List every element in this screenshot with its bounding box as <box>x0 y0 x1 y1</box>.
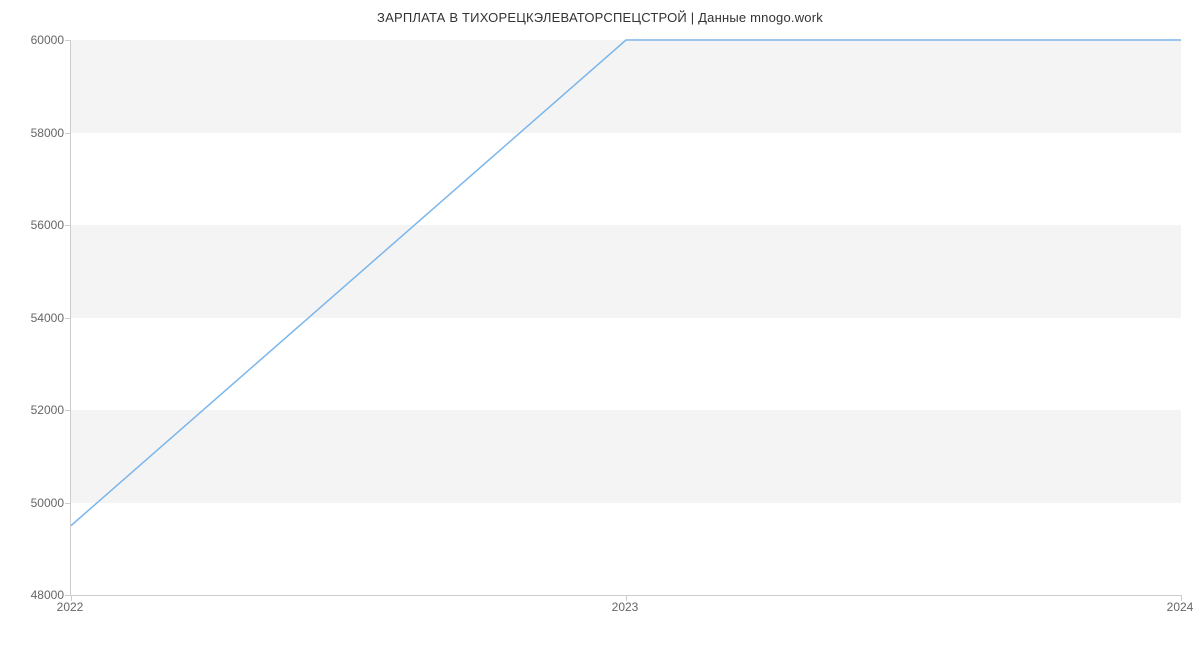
y-axis-label: 50000 <box>0 496 64 510</box>
line-series <box>71 40 1181 595</box>
y-tick <box>65 318 71 319</box>
y-tick <box>65 410 71 411</box>
y-axis-label: 56000 <box>0 218 64 232</box>
y-tick <box>65 503 71 504</box>
y-tick <box>65 225 71 226</box>
x-axis-label: 2022 <box>57 600 84 614</box>
y-axis-label: 58000 <box>0 126 64 140</box>
y-axis-label: 52000 <box>0 403 64 417</box>
x-axis-label: 2024 <box>1167 600 1194 614</box>
y-axis-label: 60000 <box>0 33 64 47</box>
x-axis-label: 2023 <box>612 600 639 614</box>
plot-area <box>70 40 1181 596</box>
y-axis-label: 54000 <box>0 311 64 325</box>
chart-container: ЗАРПЛАТА В ТИХОРЕЦКЭЛЕВАТОРСПЕЦСТРОЙ | Д… <box>0 0 1200 650</box>
y-tick <box>65 133 71 134</box>
y-tick <box>65 40 71 41</box>
chart-title: ЗАРПЛАТА В ТИХОРЕЦКЭЛЕВАТОРСПЕЦСТРОЙ | Д… <box>0 10 1200 25</box>
y-axis-label: 48000 <box>0 588 64 602</box>
